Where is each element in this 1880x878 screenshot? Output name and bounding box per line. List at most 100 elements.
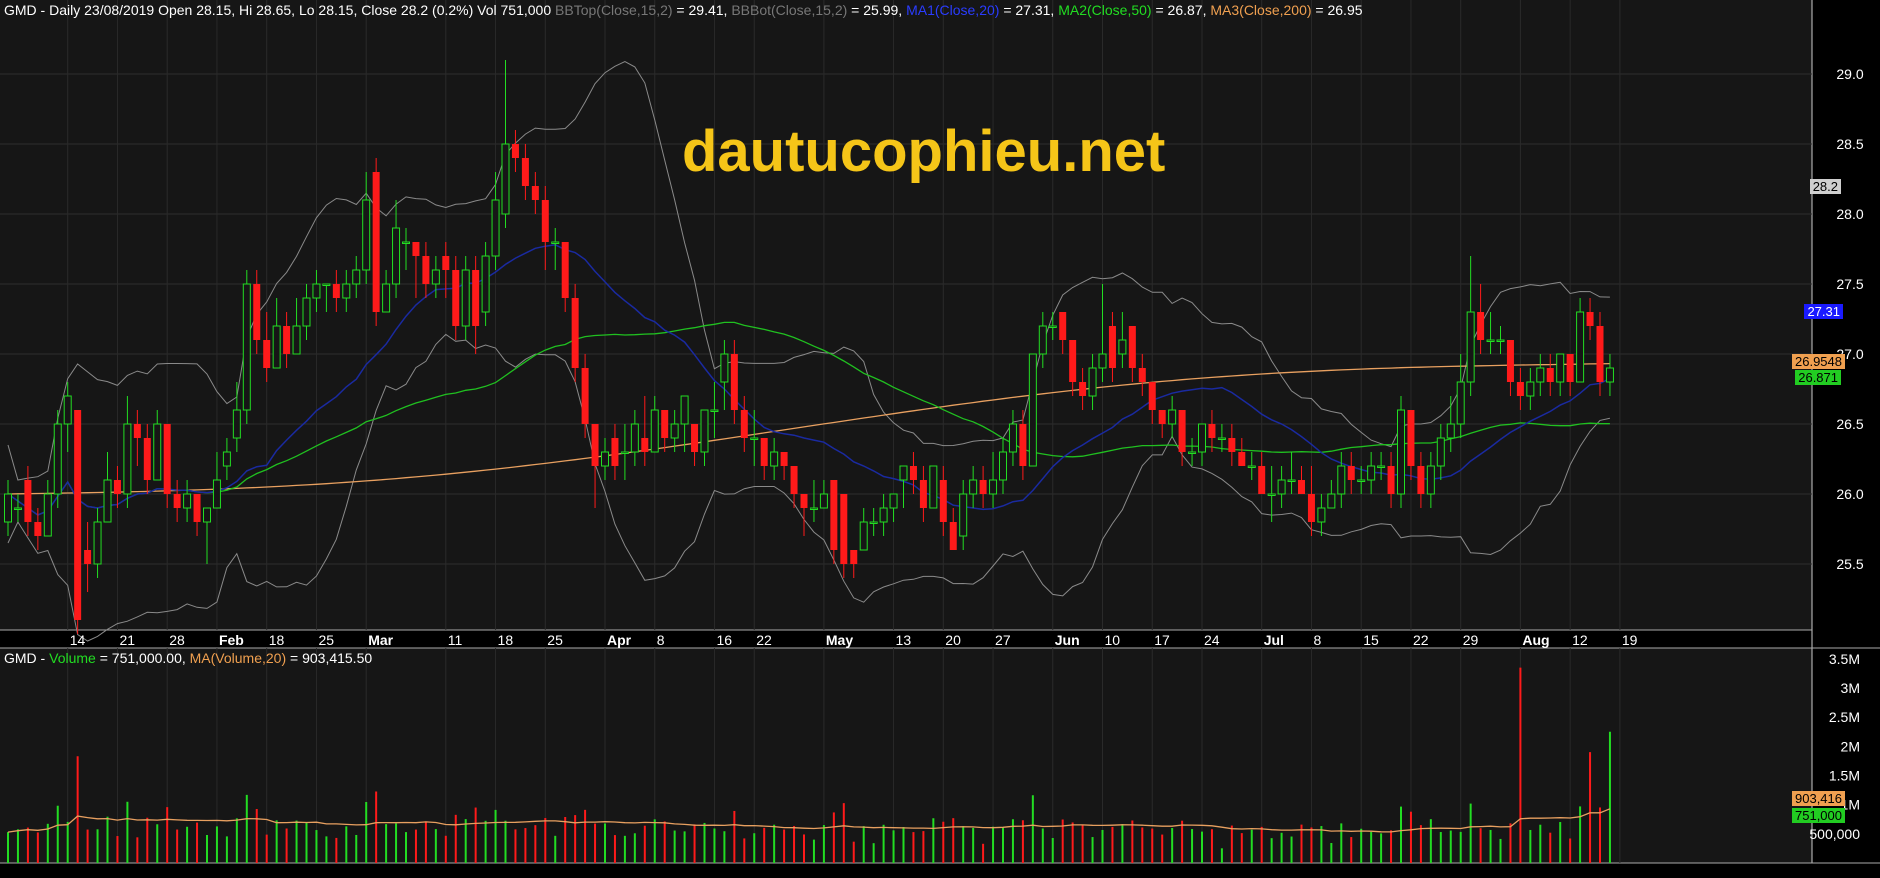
candle-body <box>979 480 987 494</box>
volume-label: Volume <box>49 650 96 666</box>
candle-body <box>1148 382 1156 410</box>
bbtop-value: = 29.41, <box>672 2 732 18</box>
volume-ma-label: MA(Volume,20) <box>189 650 287 666</box>
candle-body <box>1486 339 1495 342</box>
candle-body <box>232 409 241 439</box>
ma2-value: = 26.87, <box>1151 2 1211 18</box>
candle-body <box>1238 452 1246 466</box>
candle-body <box>740 410 748 438</box>
candle-body <box>551 241 560 244</box>
candle-body <box>1168 409 1177 425</box>
candle-body <box>312 283 321 299</box>
candle-body <box>1407 410 1415 466</box>
candle-body <box>670 423 679 439</box>
date-tick-label: 29 <box>1463 632 1479 648</box>
candle-body <box>869 521 878 524</box>
candle-body <box>919 480 927 508</box>
candle-body <box>1526 381 1535 397</box>
candle-body <box>1347 466 1355 480</box>
candle-body <box>521 158 529 186</box>
candle-body <box>491 199 500 257</box>
candle-body <box>1506 340 1514 382</box>
candle-body <box>1317 507 1326 523</box>
date-tick-label: 27 <box>995 632 1011 648</box>
candle-body <box>939 480 947 522</box>
candle-body <box>1605 367 1614 383</box>
price-header: GMD - Daily 23/08/2019 Open 28.15, Hi 28… <box>4 2 1363 18</box>
candle-body <box>830 480 838 550</box>
bbbot-label: BBBot(Close,15,2) <box>731 2 848 18</box>
date-tick-label: 8 <box>1313 632 1321 648</box>
candle-body <box>1387 466 1395 494</box>
candle-body <box>1128 326 1136 368</box>
candle-body <box>720 353 729 383</box>
candle-body <box>750 437 759 440</box>
candle-body <box>63 395 72 425</box>
candle-body <box>183 493 192 509</box>
candle-body <box>1098 353 1107 369</box>
candle-body <box>1228 438 1236 452</box>
date-tick-label: 8 <box>657 632 665 648</box>
candle-body <box>1436 437 1445 467</box>
bbbot-value: = 25.99, <box>847 2 907 18</box>
price-panel-bg <box>0 0 1812 630</box>
date-tick-label: 22 <box>756 632 772 648</box>
candle-body <box>43 493 52 537</box>
candle-body <box>889 493 898 509</box>
candle-body <box>1217 437 1226 440</box>
ma2-price-tag: 26.871 <box>1795 370 1841 385</box>
volume-symbol: GMD <box>4 650 37 666</box>
date-tick-label: Mar <box>368 632 393 648</box>
ma3-value: = 26.95 <box>1311 2 1363 18</box>
candle-body <box>133 424 141 438</box>
candle-body <box>650 409 659 453</box>
date-tick-label: 21 <box>119 632 135 648</box>
candle-body <box>1566 354 1574 382</box>
candle-body <box>770 451 779 467</box>
ma1-value: = 27.31, <box>999 2 1059 18</box>
candle-body <box>1367 465 1376 481</box>
candle-body <box>1267 493 1276 496</box>
date-tick-label: 25 <box>547 632 563 648</box>
volume-tick-label: 2M <box>1841 738 1860 754</box>
date-tick-label: Feb <box>219 632 244 648</box>
candle-body <box>422 256 430 284</box>
candle-body <box>999 451 1007 481</box>
candle-body <box>1496 339 1505 342</box>
date-tick-label: 18 <box>498 632 514 648</box>
candle-body <box>481 255 490 313</box>
candle-body <box>601 451 609 467</box>
ohlc-info: - Daily 23/08/2019 Open 28.15, Hi 28.65,… <box>36 2 556 18</box>
candle-body <box>1178 410 1186 452</box>
candle-body <box>1188 451 1197 454</box>
candle-body <box>909 466 917 480</box>
candle-body <box>1546 368 1554 382</box>
candle-body <box>442 256 450 270</box>
candle-body <box>969 479 978 495</box>
candle-body <box>1158 410 1166 424</box>
candle-body <box>591 424 599 466</box>
date-tick-label: 11 <box>448 632 463 648</box>
candle-body <box>402 241 410 244</box>
candle-body <box>1079 382 1087 396</box>
price-tick-label: 28.0 <box>1836 206 1863 222</box>
volume-tick-label: 3M <box>1841 680 1860 696</box>
candle-body <box>153 423 162 481</box>
candle-body <box>431 269 440 285</box>
date-tick-label: Apr <box>607 632 632 648</box>
candle-body <box>1088 367 1097 397</box>
candle-body <box>1298 480 1305 494</box>
date-tick-label: 24 <box>1204 632 1220 648</box>
candle-body <box>819 493 828 509</box>
candle-body <box>93 521 102 565</box>
candle-body <box>1019 424 1027 466</box>
candle-body <box>1069 340 1077 382</box>
candle-body <box>620 451 629 454</box>
candle-body <box>1377 465 1386 468</box>
candle-body <box>1337 465 1346 495</box>
candle-body <box>859 521 868 551</box>
candle-body <box>1596 326 1604 382</box>
candle-body <box>193 494 201 522</box>
date-tick-label: 17 <box>1154 632 1170 648</box>
candle-body <box>1028 353 1037 467</box>
